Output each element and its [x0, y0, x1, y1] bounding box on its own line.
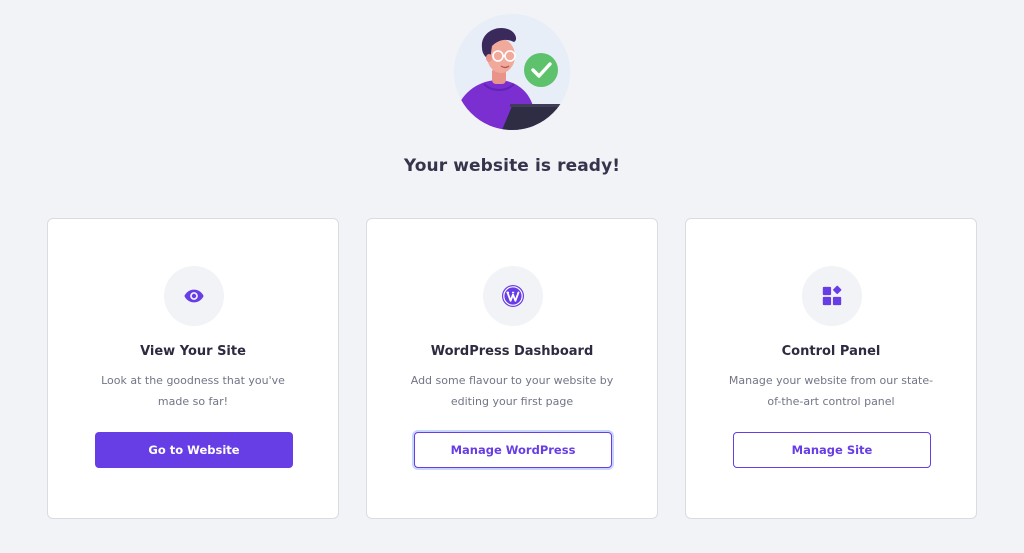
control-panel-icon [802, 266, 862, 326]
card-title: Control Panel [781, 344, 881, 359]
manage-wordpress-button[interactable]: Manage WordPress [414, 432, 612, 468]
page-title: Your website is ready! [403, 156, 621, 176]
checkmark-badge-icon [524, 53, 558, 87]
eye-icon [164, 266, 224, 326]
wordpress-icon [483, 266, 543, 326]
card-description: Look at the goodness that you've made so… [101, 374, 285, 408]
card-description: Add some flavour to your website by edit… [410, 374, 614, 408]
wordpress-dashboard-card: WordPress Dashboard Add some flavour to … [366, 218, 658, 519]
person-with-laptop-illustration [454, 14, 570, 130]
card-description: Manage your website from our state-of-th… [728, 374, 934, 408]
card-title: WordPress Dashboard [430, 344, 594, 359]
control-panel-card: Control Panel Manage your website from o… [685, 218, 977, 519]
manage-site-button[interactable]: Manage Site [733, 432, 931, 468]
view-site-card: View Your Site Look at the goodness that… [47, 218, 339, 519]
card-title: View Your Site [140, 344, 246, 359]
go-to-website-button[interactable]: Go to Website [95, 432, 293, 468]
success-illustration [454, 14, 570, 130]
